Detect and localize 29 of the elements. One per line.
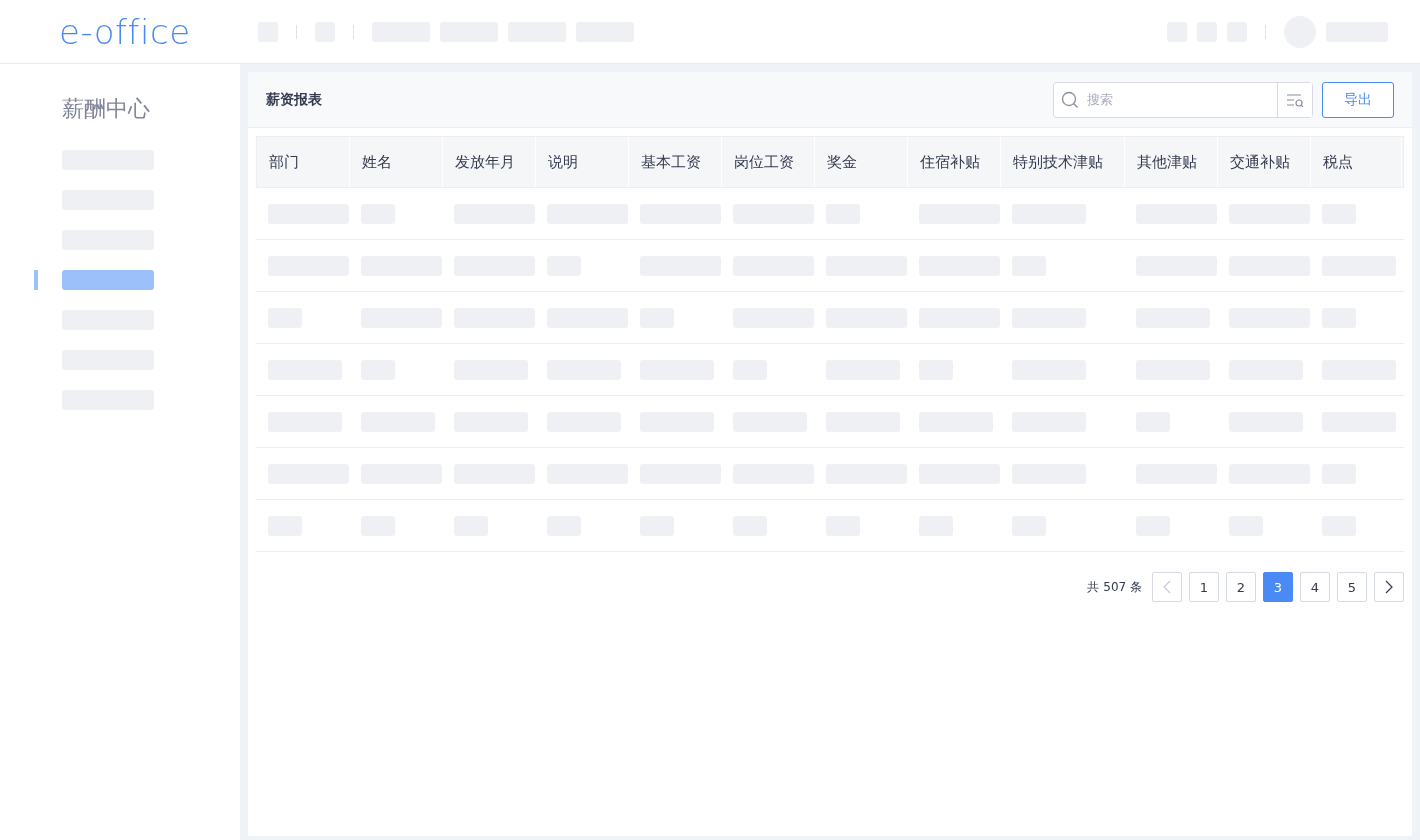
column-header: 特别技术津贴 <box>1001 137 1125 187</box>
sidebar-title: 薪酬中心 <box>62 95 151 123</box>
column-header: 基本工资 <box>629 137 722 187</box>
column-header: 岗位工资 <box>722 137 815 187</box>
page-button[interactable]: 4 <box>1300 572 1330 602</box>
column-header: 其他津贴 <box>1125 137 1218 187</box>
column-header: 姓名 <box>350 137 443 187</box>
export-button[interactable]: 导出 <box>1322 81 1394 118</box>
active-indicator <box>34 270 38 290</box>
sidebar-item[interactable] <box>62 270 154 290</box>
filter-icon <box>1286 92 1304 107</box>
column-header: 交通补贴 <box>1218 137 1311 187</box>
panel-title: 薪资报表 <box>266 90 323 109</box>
page-button[interactable]: 1 <box>1189 572 1219 602</box>
total-count: 共 507 条 <box>1087 578 1142 596</box>
column-header: 部门 <box>257 137 350 187</box>
page-button[interactable]: 2 <box>1226 572 1256 602</box>
filter-button[interactable] <box>1277 82 1312 117</box>
column-header: 说明 <box>536 137 629 187</box>
chevron-left-icon <box>1163 580 1171 594</box>
chevron-right-icon <box>1385 580 1393 594</box>
column-header: 税点 <box>1311 137 1402 187</box>
column-header: 发放年月 <box>443 137 536 187</box>
logo: e-office <box>58 14 192 49</box>
column-header: 奖金 <box>815 137 908 187</box>
search-icon <box>1061 90 1079 109</box>
page-button[interactable]: 5 <box>1337 572 1367 602</box>
column-header: 住宿补贴 <box>908 137 1001 187</box>
next-page-button[interactable] <box>1374 572 1404 602</box>
